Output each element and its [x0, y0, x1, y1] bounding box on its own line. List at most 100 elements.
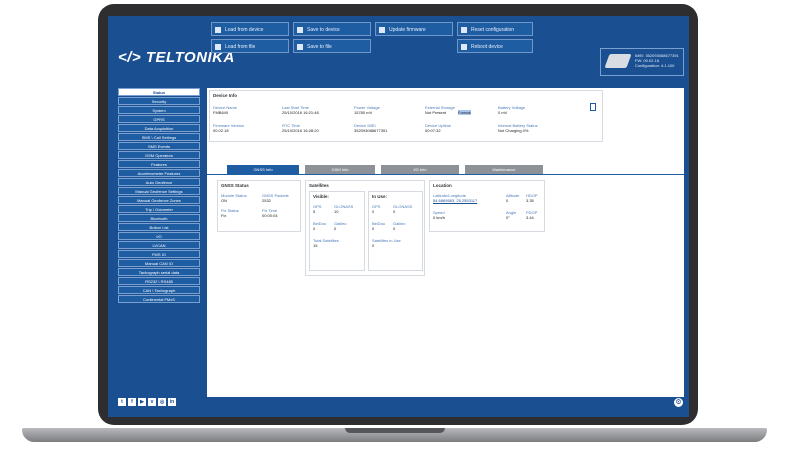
visible-title: Visible: [313, 194, 329, 199]
firmware-version-value: 00.02.18 [213, 128, 229, 133]
gnss-status-panel: GNSS Status Module Status ON GNSS Packet… [217, 180, 301, 232]
device-info-panel: Device Info Device Name FMB640 Last Star… [209, 90, 603, 142]
sidebar-item-rs232-rs485[interactable]: RS232 \ RS485 [118, 277, 200, 285]
device-info-title: Device Info [213, 93, 238, 98]
sidebar-item-manual-geofence-zones[interactable]: Manual Geofence Zones [118, 196, 200, 204]
total-satellites-value: 15 [313, 243, 318, 248]
satellites-panel: Satellites Visible: GPS 5 GLONASS 10 Bei… [305, 180, 425, 276]
youtube-icon[interactable]: ▶ [138, 398, 146, 406]
sidebar-item-lvcan[interactable]: LVCAN [118, 241, 200, 249]
format-storage-button[interactable]: Format [458, 110, 471, 115]
tab-underline [207, 174, 684, 175]
visible-satellites-box: Visible: GPS 5 GLONASS 10 BeiDou 0 Galil… [309, 191, 365, 271]
sidebar-item-io[interactable]: I/O [118, 232, 200, 240]
main-panel: Device Info Device Name FMB640 Last Star… [207, 88, 684, 397]
reboot-icon [461, 43, 467, 50]
altitude-value: 0 [506, 198, 509, 203]
fix-time-value: 00:00:04 [262, 213, 278, 218]
device-summary: IMEI: 352093088677391 FW: 00.02.18 Confi… [600, 48, 684, 76]
update-firmware-button[interactable]: Update firmware [375, 22, 453, 36]
download-icon [215, 26, 221, 33]
fix-status-value: Fix [221, 213, 227, 218]
inuse-gps-value: 0 [372, 209, 375, 214]
location-title: Location [433, 183, 452, 188]
power-voltage-value: 15780 mV [354, 110, 373, 115]
sidebar-item-continental-fmxs[interactable]: Continental FMxS [118, 295, 200, 303]
document-icon[interactable] [590, 103, 596, 111]
device-image-icon [604, 54, 632, 68]
tab-io-info[interactable]: I/O Info [381, 165, 459, 174]
inuse-glonass-label: GLONASS [393, 204, 413, 209]
sidebar-item-sms-call-settings[interactable]: SMS \ Call Settings [118, 133, 200, 141]
save-to-device-button[interactable]: Save to device [293, 22, 371, 36]
sidebar-item-status[interactable]: Status [118, 88, 200, 96]
save-to-file-button[interactable]: Save to file [293, 39, 371, 53]
sidebar-item-features[interactable]: Features [118, 160, 200, 168]
visible-glonass-value: 10 [334, 209, 339, 214]
sidebar-item-tachograph-serial-data[interactable]: Tachograph serial data [118, 268, 200, 276]
pdop-value: 3.44 [526, 215, 534, 220]
open-file-icon [215, 43, 221, 50]
settings-gear-icon[interactable]: ⚙ [674, 398, 683, 407]
tab-gsm-info[interactable]: GSM Info [305, 165, 375, 174]
reset-icon [461, 26, 467, 33]
inuse-galileo-value: 0 [393, 226, 396, 231]
sidebar-item-manual-geofence-settings[interactable]: Manual Geofence Settings [118, 187, 200, 195]
tab-maintenance[interactable]: Maintenance [465, 165, 543, 174]
app-screen: </> TELTONIKA Load from device Save to d… [108, 16, 689, 417]
linkedin-icon[interactable]: in [168, 398, 176, 406]
location-panel: Location Latitude/Longitude 54.6869583, … [429, 180, 545, 232]
sidebar-item-bluetooth[interactable]: Bluetooth [118, 214, 200, 222]
visible-galileo-value: 0 [334, 226, 337, 231]
sidebar-item-manual-can-io[interactable]: Manual CAN IO [118, 259, 200, 267]
satellites-in-use-label: Satellites in Use [372, 238, 401, 243]
sidebar-item-button-list[interactable]: Button List [118, 223, 200, 231]
save-file-icon [297, 43, 303, 50]
instagram-icon[interactable]: ◎ [158, 398, 166, 406]
reset-configuration-button[interactable]: Reset configuration [457, 22, 533, 36]
sidebar-item-system[interactable]: System [118, 106, 200, 114]
firmware-icon [379, 26, 385, 33]
sidebar-item-security[interactable]: Security [118, 97, 200, 105]
device-uptime-value: 00:07:32 [425, 128, 441, 133]
load-from-file-button[interactable]: Load from file [211, 39, 289, 53]
device-config-text: Configuration: 4.1.100 [635, 63, 675, 68]
sidebar-item-sms-events[interactable]: SMS Events [118, 142, 200, 150]
hdop-value: 3.35 [526, 198, 534, 203]
internal-battery-value: Not Charging 0% [498, 128, 529, 133]
tab-gnss-info[interactable]: GNSS Info [227, 165, 299, 174]
speed-value: 0 km/h [433, 215, 446, 220]
device-name-value: FMB640 [213, 110, 229, 115]
logo-mark-icon: </> [118, 49, 142, 66]
save-icon [297, 26, 303, 33]
sidebar-item-data-acquisition[interactable]: Data Acquisition [118, 124, 200, 132]
twitter-icon[interactable]: t [118, 398, 126, 406]
satellites-in-use-value: 0 [372, 243, 375, 248]
external-storage-value: Not Present [425, 110, 447, 115]
visible-beidou-value: 0 [313, 226, 316, 231]
sidebar-item-fms-io[interactable]: FMS IO [118, 250, 200, 258]
visible-gps-value: 5 [313, 209, 316, 214]
last-start-time-value: 25/10/2016 16:21:48 [282, 110, 319, 115]
sidebar-item-gsm-operators[interactable]: GSM Operators [118, 151, 200, 159]
rtc-time-value: 25/10/2016 16:28:20 [282, 128, 319, 133]
sidebar-item-auto-geofence[interactable]: Auto Geofence [118, 178, 200, 186]
device-imei-value: 352093088677391 [354, 128, 388, 133]
inuse-glonass-value: 0 [393, 209, 396, 214]
sidebar-item-accelerometer-features[interactable]: Accelerometer Features [118, 169, 200, 177]
laptop-notch [345, 428, 445, 433]
sidebar-item-gprs[interactable]: GPRS [118, 115, 200, 123]
inuse-beidou-value: 0 [372, 226, 375, 231]
reboot-device-button[interactable]: Reboot device [457, 39, 533, 53]
battery-voltage-value: 0 mV [498, 110, 508, 115]
inuse-satellites-box: In Use: GPS 0 GLONASS 0 BeiDou 0 Galileo… [368, 191, 423, 271]
facebook-icon[interactable]: f [128, 398, 136, 406]
latlon-link[interactable]: 54.6869583, 25.2553117 [433, 198, 477, 203]
inuse-title: In Use: [372, 194, 388, 199]
vimeo-icon[interactable]: v [148, 398, 156, 406]
sidebar-item-can-tachograph[interactable]: CAN \ Tachograph [118, 286, 200, 294]
sidebar-item-trip-odometer[interactable]: Trip \ Odometer [118, 205, 200, 213]
gnss-packets-value: 2532 [262, 198, 271, 203]
angle-value: 0° [506, 215, 510, 220]
load-from-device-button[interactable]: Load from device [211, 22, 289, 36]
